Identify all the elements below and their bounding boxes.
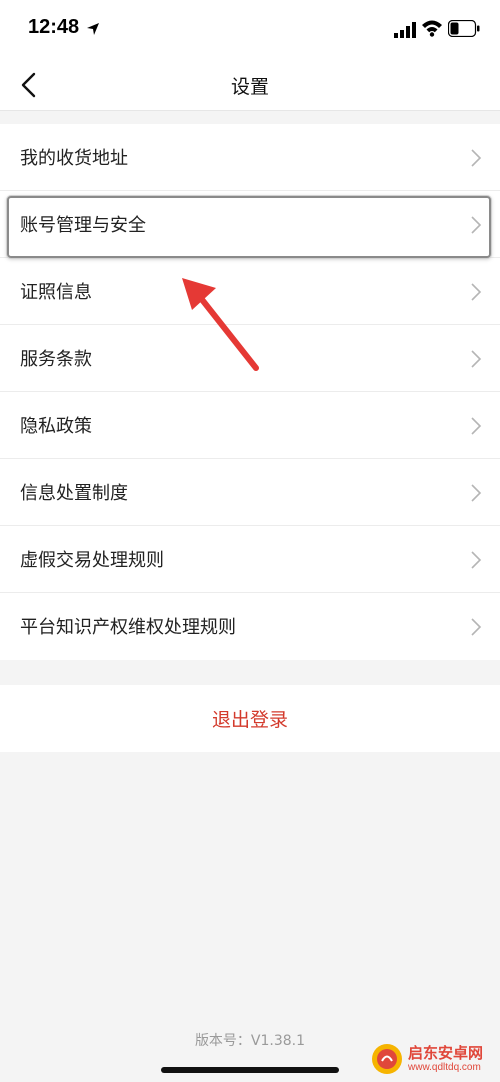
- settings-item-account-security[interactable]: 账号管理与安全: [0, 191, 500, 258]
- chevron-right-icon: [471, 149, 482, 167]
- navigation-bar: 设置: [0, 60, 500, 111]
- chevron-right-icon: [471, 417, 482, 435]
- wifi-icon: [422, 20, 442, 37]
- settings-item-label: 我的收货地址: [20, 148, 128, 169]
- settings-item-shipping-address[interactable]: 我的收货地址: [0, 124, 500, 191]
- settings-item-label: 隐私政策: [20, 416, 92, 437]
- settings-item-privacy-policy[interactable]: 隐私政策: [0, 392, 500, 459]
- status-bar: 12:48: [0, 0, 500, 60]
- settings-item-terms-of-service[interactable]: 服务条款: [0, 325, 500, 392]
- chevron-right-icon: [471, 350, 482, 368]
- chevron-right-icon: [471, 551, 482, 569]
- settings-item-license-info[interactable]: 证照信息: [0, 258, 500, 325]
- chevron-right-icon: [471, 618, 482, 636]
- settings-item-ip-rights-rules[interactable]: 平台知识产权维权处理规则: [0, 593, 500, 660]
- settings-item-label: 账号管理与安全: [20, 215, 146, 236]
- settings-item-label: 虚假交易处理规则: [20, 550, 164, 571]
- settings-item-label: 信息处置制度: [20, 483, 128, 504]
- settings-item-info-disposal[interactable]: 信息处置制度: [0, 459, 500, 526]
- battery-icon: [448, 20, 480, 37]
- settings-list: 我的收货地址 账号管理与安全 证照信息 服务条款 隐私政策 信息处置制度 虚假交…: [0, 124, 500, 660]
- signal-icon: [394, 22, 416, 38]
- home-indicator: [161, 1067, 339, 1073]
- watermark-url: www.qdltdq.com: [408, 1062, 481, 1073]
- location-icon: [87, 23, 99, 35]
- settings-item-fake-transaction-rules[interactable]: 虚假交易处理规则: [0, 526, 500, 593]
- settings-item-label: 服务条款: [20, 349, 92, 370]
- version-text: 版本号：V1.38.1: [194, 1033, 306, 1049]
- logout-panel: 退出登录: [0, 685, 500, 752]
- page-title: 设置: [230, 76, 269, 98]
- chevron-right-icon: [471, 216, 482, 234]
- status-time: 12:48: [28, 16, 80, 38]
- chevron-right-icon: [471, 283, 482, 301]
- settings-item-label: 证照信息: [20, 282, 92, 303]
- logout-button[interactable]: 退出登录: [0, 705, 500, 732]
- settings-item-label: 平台知识产权维权处理规则: [20, 617, 236, 638]
- chevron-right-icon: [471, 484, 482, 502]
